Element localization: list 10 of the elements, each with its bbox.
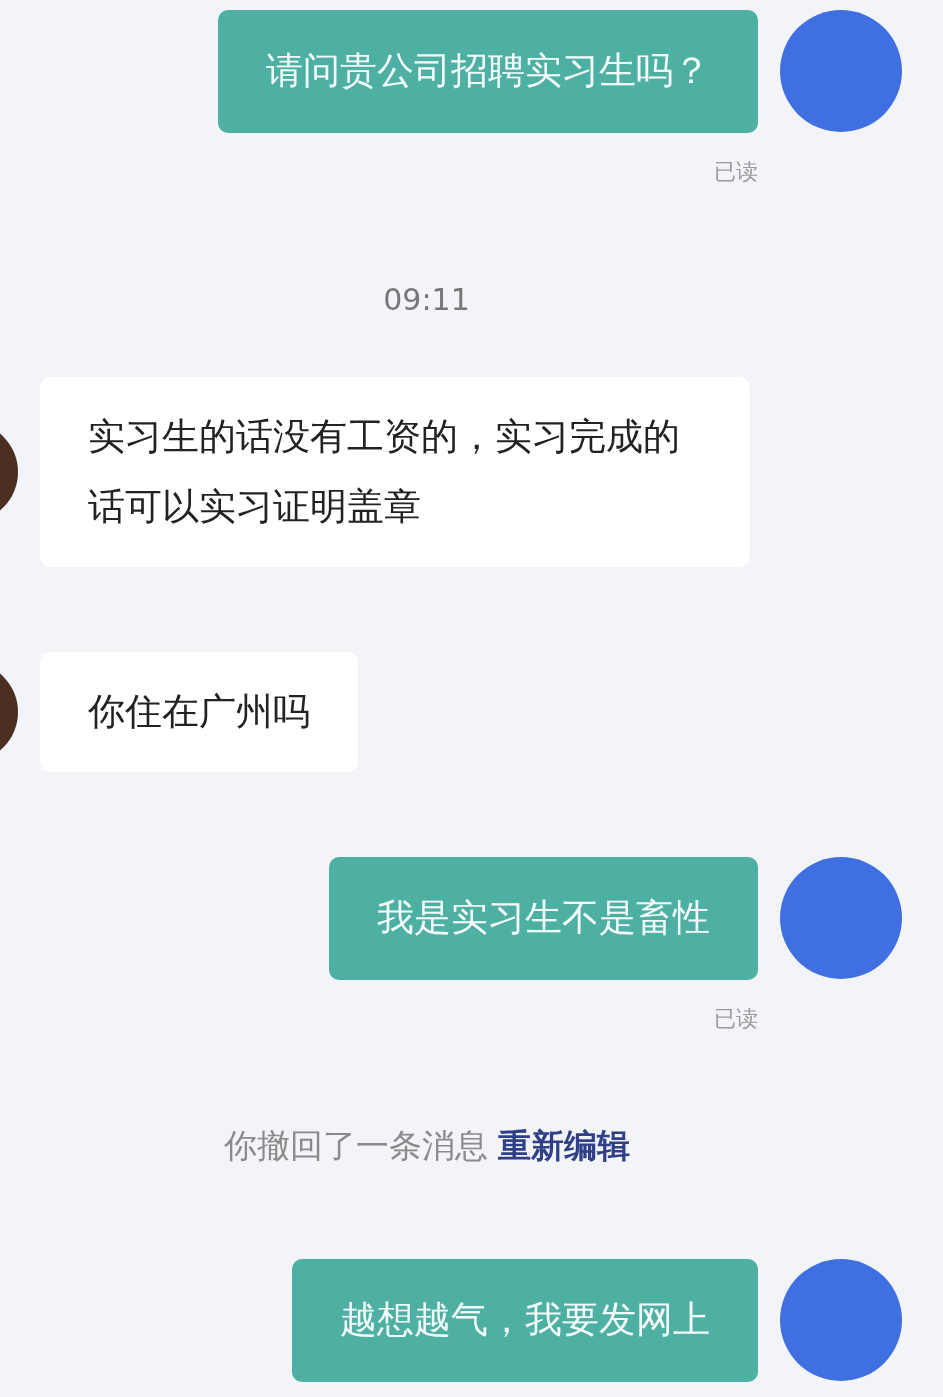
read-receipt: 已读: [714, 158, 758, 186]
read-receipt: 已读: [714, 1005, 758, 1033]
re-edit-link[interactable]: 重新编辑: [497, 1126, 630, 1165]
message-bubble: 我是实习生不是畜性: [329, 857, 758, 980]
message-bubble: 你住在广州吗: [40, 652, 358, 772]
message-bubble: 越想越气，我要发网上: [292, 1259, 758, 1382]
message-bubble: 请问贵公司招聘实习生吗？: [218, 10, 758, 133]
recall-notice: 你撤回了一条消息: [223, 1126, 488, 1165]
message-bubble: 实习生的话没有工资的，实习完成的话可以实习证明盖章: [40, 377, 750, 567]
timestamp: 09:11: [382, 282, 471, 319]
